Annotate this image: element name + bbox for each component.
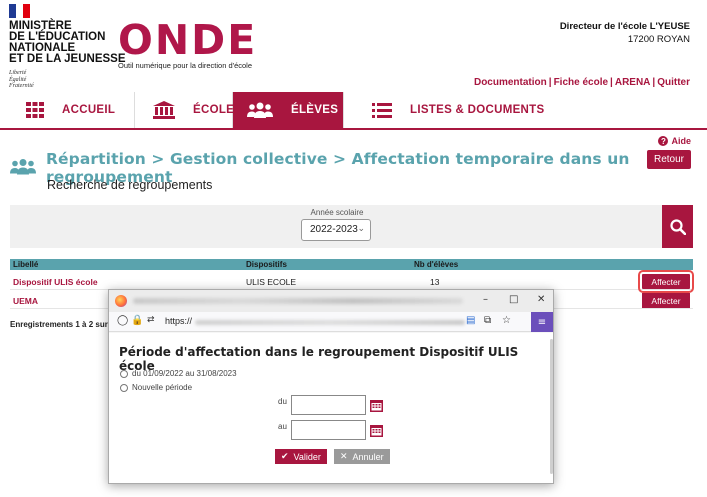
link-fiche-ecole[interactable]: Fiche école	[554, 77, 608, 88]
calendar-icon[interactable]	[370, 399, 383, 412]
help-icon: ?	[658, 136, 669, 146]
separator: |	[548, 77, 552, 88]
permissions-icon: ⇄	[147, 315, 155, 325]
row-libelle[interactable]: UEMA	[13, 296, 38, 306]
search-panel: Année scolaire 2022-2023 ⌄	[10, 205, 662, 248]
building-icon	[153, 101, 175, 119]
radio-icon	[120, 383, 128, 392]
shield-icon: ◯	[117, 315, 129, 326]
header: MINISTÈRE DE L'ÉDUCATION NATIONALE ET DE…	[0, 0, 707, 101]
row-libelle[interactable]: Dispositif ULIS école	[13, 277, 98, 287]
cancel-button[interactable]: ✕ Annuler	[334, 449, 390, 464]
ministry-name: MINISTÈRE DE L'ÉDUCATION NATIONALE ET DE…	[9, 20, 126, 65]
main-nav: ACCUEIL ÉCOLE ÉLÈVES LISTES & DOCUMENTS	[0, 92, 707, 130]
french-flag-icon	[9, 4, 30, 18]
from-date-input[interactable]	[291, 395, 366, 415]
republic-motto: Liberté Égalité Fraternité	[9, 70, 34, 90]
onde-logo[interactable]: ONDE	[118, 18, 257, 62]
to-date-input[interactable]	[291, 420, 366, 440]
list-icon	[372, 102, 392, 118]
link-quitter[interactable]: Quitter	[657, 77, 690, 88]
nav-label: ÉLÈVES	[291, 104, 339, 116]
validate-button[interactable]: ✔ Valider	[275, 449, 327, 464]
check-icon: ✔	[281, 451, 289, 461]
row-nb-eleves: 13	[430, 277, 440, 287]
firefox-icon	[115, 295, 127, 307]
nav-ecole[interactable]: ÉCOLE	[135, 92, 235, 128]
validate-label: Valider	[293, 451, 321, 462]
radio-label: Nouvelle période	[132, 383, 193, 392]
menu-icon[interactable]: ≡	[531, 312, 553, 332]
page-subtitle: Recherche de regroupements	[47, 178, 213, 192]
minimize-icon[interactable]: –	[483, 294, 488, 305]
people-icon	[10, 158, 36, 179]
nav-label: LISTES & DOCUMENTS	[410, 104, 545, 116]
link-arena[interactable]: ARENA	[615, 77, 651, 88]
blurred-url	[195, 320, 465, 325]
popup-scrollbar[interactable]	[550, 339, 553, 474]
search-icon	[669, 218, 686, 235]
separator: |	[610, 77, 613, 88]
radio-label: du 01/09/2022 au 31/08/2023	[132, 369, 237, 378]
grid-icon	[26, 102, 44, 118]
popup-urlbar: ◯ 🔒 ⇄ https:// ▤ ⧉ ☆ ≡	[109, 312, 553, 332]
school-year-select[interactable]: 2022-2023 ⌄	[301, 219, 371, 241]
table-row: Dispositif ULIS école ULIS ECOLE 13 Affe…	[10, 270, 694, 293]
user-location: 17200 ROYAN	[627, 34, 690, 45]
back-button[interactable]: Retour	[646, 150, 691, 169]
link-documentation[interactable]: Documentation	[474, 77, 547, 88]
close-icon: ✕	[340, 451, 348, 461]
nav-accueil[interactable]: ACCUEIL	[0, 92, 135, 128]
url-prefix[interactable]: https://	[165, 316, 192, 326]
help-link[interactable]: ? Aide	[658, 136, 691, 146]
blurred-window-title	[133, 298, 463, 304]
school-year-value: 2022-2023	[310, 224, 358, 235]
user-title: Directeur de l'école L'YEUSE	[559, 21, 690, 32]
ministry-line: ET DE LA JEUNESSE	[9, 53, 126, 65]
translate-icon[interactable]: ⧉	[484, 315, 491, 326]
radio-new-period[interactable]: Nouvelle période	[120, 383, 192, 392]
to-label: au	[278, 422, 287, 431]
close-icon[interactable]: ✕	[537, 294, 545, 305]
chevron-down-icon: ⌄	[357, 223, 365, 233]
nav-label: ÉCOLE	[193, 104, 235, 116]
star-icon[interactable]: ☆	[502, 315, 511, 326]
nav-listes-documents[interactable]: LISTES & DOCUMENTS	[344, 92, 562, 128]
affecter-button[interactable]: Affecter	[642, 293, 690, 308]
nav-eleves[interactable]: ÉLÈVES	[233, 92, 344, 128]
lock-icon: 🔒	[131, 315, 144, 326]
table-header: Libellé Dispositifs Nb d'élèves	[10, 259, 693, 270]
popup-content: Période d'affectation dans le regroupeme…	[109, 333, 553, 483]
affecter-button[interactable]: Affecter	[638, 270, 694, 293]
reader-icon[interactable]: ▤	[466, 315, 475, 326]
column-header-nb-eleves: Nb d'élèves	[414, 260, 459, 269]
column-header-libelle: Libellé	[13, 260, 39, 269]
motto-line: Fraternité	[9, 83, 34, 89]
year-label: Année scolaire	[310, 208, 364, 217]
help-label: Aide	[671, 136, 691, 146]
row-dispositif: ULIS ECOLE	[246, 277, 297, 287]
search-button[interactable]	[662, 205, 693, 248]
column-header-dispositifs: Dispositifs	[246, 260, 287, 269]
from-label: du	[278, 397, 287, 406]
header-links: Documentation | Fiche école | ARENA | Quitter	[474, 77, 690, 88]
records-count: Enregistrements 1 à 2 sur	[10, 320, 108, 329]
logo-tagline: Outil numérique pour la direction d'écol…	[118, 61, 253, 70]
affectation-popup-window: – □ ✕ ◯ 🔒 ⇄ https:// ▤ ⧉ ☆ ≡ Période d'a…	[108, 289, 554, 484]
popup-titlebar: – □ ✕	[109, 290, 553, 312]
nav-label: ACCUEIL	[62, 104, 116, 116]
maximize-icon[interactable]: □	[509, 294, 518, 305]
calendar-icon[interactable]	[370, 424, 383, 437]
radio-icon	[120, 369, 128, 378]
cancel-label: Annuler	[352, 451, 384, 462]
radio-current-period[interactable]: du 01/09/2022 au 31/08/2023	[120, 369, 237, 378]
people-icon	[247, 102, 273, 118]
